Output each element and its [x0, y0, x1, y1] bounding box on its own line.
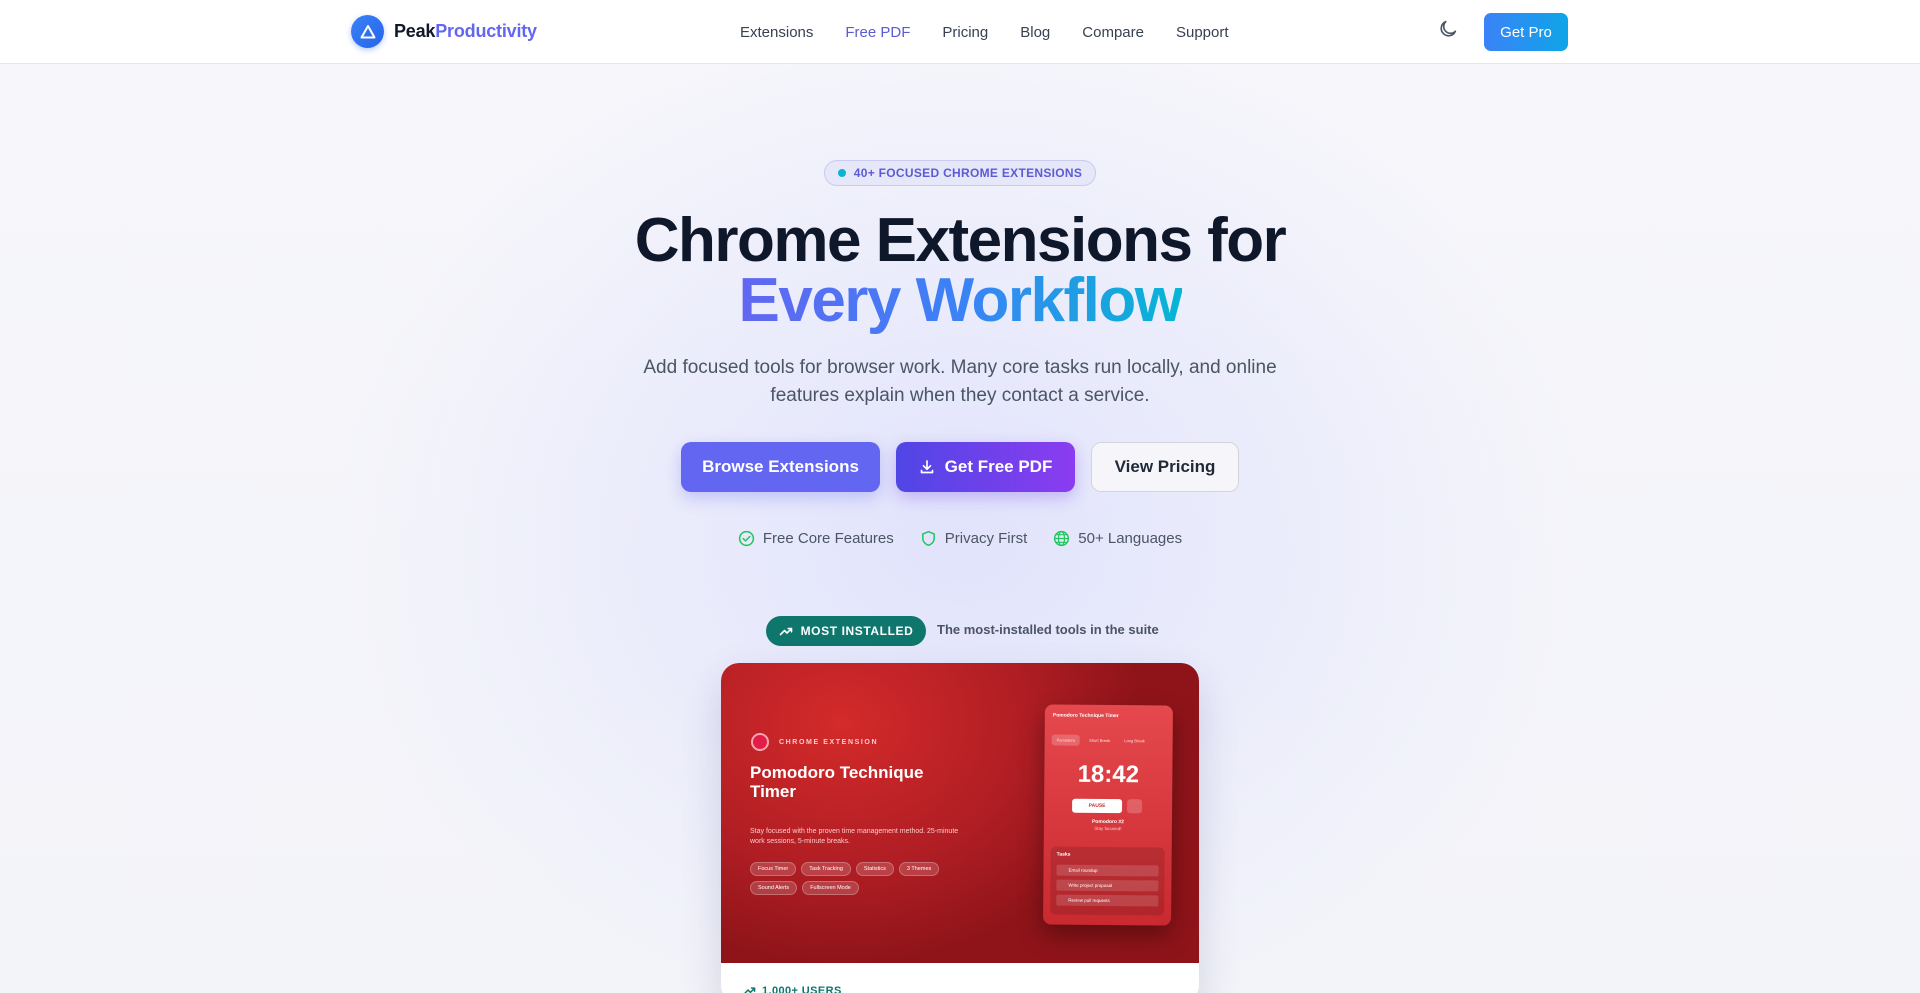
main-nav: Extensions Free PDF Pricing Blog Compare… — [740, 0, 1229, 64]
mockup-tab-pomodoro: Pomodoro — [1051, 734, 1081, 746]
hero-title-line-1: Chrome Extensions for — [634, 206, 1287, 275]
mockup-tab-long-break: Long Break — [1124, 738, 1145, 744]
hero-subtitle: Add focused tools for browser work. Many… — [643, 357, 1277, 406]
card-description: Stay focused with the proven time manage… — [750, 828, 959, 845]
mockup-tasks-title: Tasks — [1056, 851, 1071, 858]
chip-task-tracking: Task Tracking — [801, 862, 851, 876]
card-feature-chips: Focus Timer Task Tracking Statistics 3 T… — [750, 862, 980, 895]
timer-popup-mockup: Pomodoro Technique Timer Pomodoro Short … — [1043, 704, 1173, 926]
mockup-timer: 18:42 — [1077, 760, 1140, 789]
brand-logo-link[interactable]: PeakProductivity — [351, 15, 537, 48]
card-category-row: CHROME EXTENSION — [751, 733, 878, 751]
browse-extensions-label: Browse Extensions — [702, 457, 859, 476]
download-icon — [920, 460, 933, 474]
extension-card-image: CHROME EXTENSION Pomodoro Technique Time… — [721, 663, 1199, 963]
extension-card-pomodoro[interactable]: CHROME EXTENSION Pomodoro Technique Time… — [721, 663, 1199, 993]
nav-link-free-pdf[interactable]: Free PDF — [845, 24, 910, 41]
most-installed-label: MOST INSTALLED — [800, 624, 914, 638]
mockup-header: Pomodoro Technique Timer — [1052, 712, 1119, 720]
card-title: Pomodoro Technique Timer — [750, 763, 924, 801]
nav-link-compare[interactable]: Compare — [1082, 24, 1144, 41]
feature-languages: 50+ Languages — [1053, 530, 1182, 547]
mockup-tabs: Pomodoro Short Break Long Break — [1051, 734, 1150, 747]
view-pricing-label: View Pricing — [1114, 457, 1216, 476]
brand-name-peak: Peak — [394, 21, 436, 41]
mockup-task: Write project proposal — [1056, 879, 1159, 892]
trending-up-icon — [779, 627, 792, 636]
browse-extensions-button[interactable]: Browse Extensions — [681, 442, 880, 492]
feature-languages-label: 50+ Languages — [1078, 530, 1183, 547]
mockup-focus-text: Stay focused! — [1094, 825, 1122, 832]
mockup-task: Review pull requests — [1056, 894, 1159, 907]
tomato-icon — [751, 733, 769, 751]
extensions-count-pill: 40+ FOCUSED CHROME EXTENSIONS — [824, 160, 1096, 186]
shield-icon — [921, 530, 935, 547]
mockup-tab-short-break: Short Break — [1089, 737, 1111, 744]
mockup-skip-button — [1127, 799, 1143, 814]
chip-fullscreen: Fullscreen Mode — [802, 881, 859, 895]
card-category: CHROME EXTENSION — [779, 738, 879, 746]
user-count-label: 1,000+ USERS — [762, 984, 842, 993]
globe-icon — [1054, 530, 1070, 547]
nav-link-blog[interactable]: Blog — [1020, 24, 1050, 41]
chip-statistics: Statistics — [855, 862, 894, 876]
most-installed-badge: MOST INSTALLED — [766, 616, 926, 646]
feature-free-core-label: Free Core Features — [762, 530, 894, 547]
hero-title-gradient: Every Workflow — [738, 266, 1183, 335]
pill-dot — [837, 169, 846, 177]
chip-themes: 3 Themes — [898, 862, 940, 876]
dark-mode-moon-icon[interactable] — [1437, 18, 1459, 40]
feature-highlights: Free Core Features Privacy First 50+ Lan… — [0, 530, 1920, 547]
mockup-task-list: Tasks Email roundup Write project propos… — [1050, 846, 1165, 916]
feature-free-core: Free Core Features — [738, 530, 894, 547]
nav-link-support[interactable]: Support — [1176, 24, 1229, 41]
feature-privacy-label: Privacy First — [944, 530, 1028, 547]
extension-card-footer: 1,000+ USERS — [721, 963, 1199, 993]
view-pricing-button[interactable]: View Pricing — [1091, 442, 1239, 492]
check-circle-icon — [738, 530, 755, 547]
trending-up-icon — [744, 987, 756, 993]
mockup-task: Email roundup — [1056, 864, 1159, 877]
pill-label: 40+ FOCUSED CHROME EXTENSIONS — [853, 166, 1083, 180]
get-free-pdf-label: Get Free PDF — [944, 457, 1053, 476]
nav-link-extensions[interactable]: Extensions — [740, 24, 813, 41]
mockup-pomodoro-count: Pomodoro #2 — [1091, 818, 1124, 826]
triangle-logo-icon — [351, 15, 384, 48]
feature-privacy: Privacy First — [920, 530, 1028, 547]
nav-link-pricing[interactable]: Pricing — [942, 24, 988, 41]
get-pro-button[interactable]: Get Pro — [1484, 13, 1568, 51]
mockup-pause-button: PAUSE — [1072, 798, 1123, 814]
user-count: 1,000+ USERS — [743, 984, 842, 993]
top-navbar: PeakProductivity Extensions Free PDF Pri… — [0, 0, 1920, 64]
chip-focus-timer: Focus Timer — [750, 862, 797, 876]
brand-name: PeakProductivity — [394, 21, 537, 42]
get-free-pdf-button[interactable]: Get Free PDF — [896, 442, 1075, 492]
chip-sound-alerts: Sound Alerts — [750, 881, 798, 895]
hero-title-line-2: Every Workflow — [0, 270, 1920, 332]
brand-name-productivity: Productivity — [435, 21, 537, 41]
most-installed-caption: The most-installed tools in the suite — [937, 622, 1159, 637]
